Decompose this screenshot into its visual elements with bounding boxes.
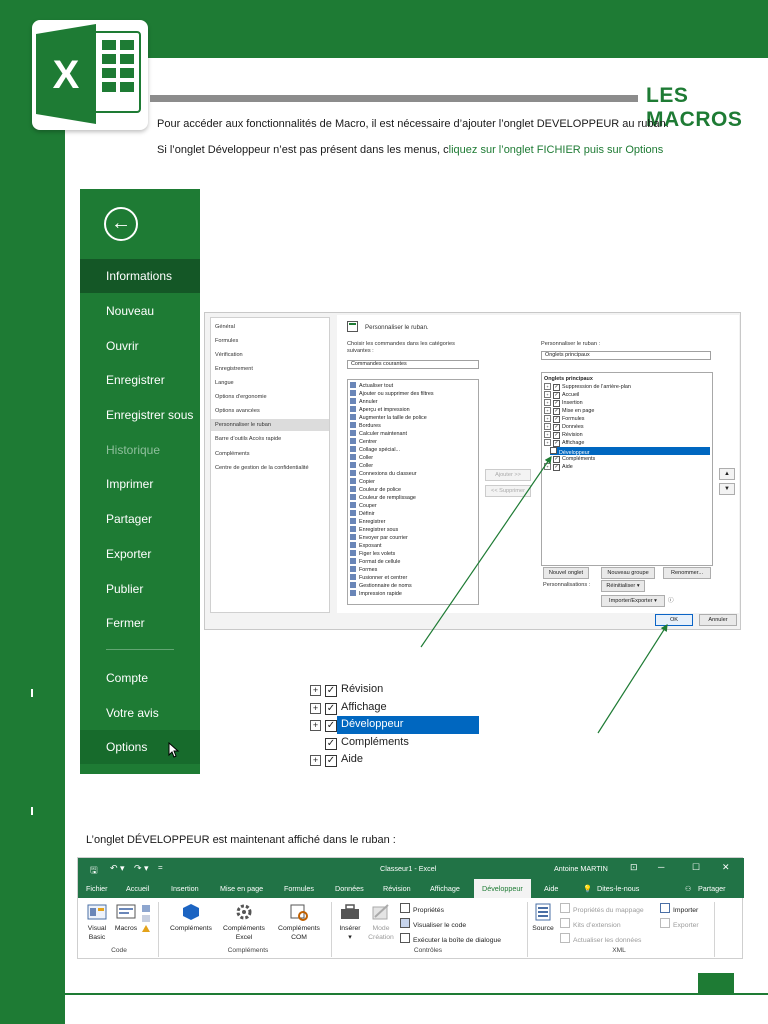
lightbulb-icon: 💡 [583,884,592,893]
refresh-data-icon [560,933,570,943]
import-button[interactable]: Importer [660,903,698,914]
save-icon[interactable]: 🖫 [90,863,98,879]
code-small-icons [142,905,152,943]
refresh-data-button: Actualiser les données [560,933,641,944]
relative-refs-icon[interactable] [142,915,150,922]
run-dialog-icon [400,933,410,943]
minimize-icon[interactable]: ─ [658,862,664,872]
macro-security-icon[interactable] [142,925,150,932]
visual-basic-icon [87,904,107,920]
insert-control-button[interactable]: Insérer ▾ [336,903,364,942]
design-mode-button: Mode Création [366,903,396,942]
com-addins-button[interactable]: Compléments COM [272,903,326,942]
redo-icon[interactable]: ↷ ▾ [134,863,149,874]
excel-addins-button[interactable]: Compléments Excel [218,903,270,942]
group-separator [527,902,528,957]
group-controls-label: Contrôles [413,947,443,954]
group-separator [158,902,159,957]
tab-revision[interactable]: Révision [383,879,411,898]
view-code-icon [400,918,410,928]
xml-source-icon [535,903,551,921]
ribbon-tabs: Fichier Accueil Insertion Mise en page F… [78,879,744,898]
view-code-button[interactable]: Visualiser le code [400,918,466,929]
export-icon [660,918,670,928]
store-icon [183,904,199,920]
macros-icon [116,904,136,919]
tell-me-box[interactable]: Dites-le-nous [597,879,639,898]
import-icon [660,903,670,913]
ribbon-display-icon[interactable]: ⊡ [630,862,638,873]
tab-affichage[interactable]: Affichage [430,879,460,898]
properties-button[interactable]: Propriétés [400,903,444,914]
map-properties-icon [560,903,570,913]
tab-mise-en-page[interactable]: Mise en page [220,879,263,898]
group-xml-label: XML [612,947,626,954]
run-dialog-button[interactable]: Exécuter la boîte de dialogue [400,933,501,944]
source-button[interactable]: Source [530,903,556,933]
group-code-label: Code [111,947,127,954]
addins-button[interactable]: Compléments [166,903,216,933]
tab-formules[interactable]: Formules [284,879,314,898]
tab-accueil[interactable]: Accueil [126,879,149,898]
window-title: Classeur1 - Excel [380,864,437,873]
toolbox-icon [341,904,359,919]
share-icon[interactable]: ⚇ [685,879,691,898]
properties-icon [400,903,410,913]
tab-insertion[interactable]: Insertion [171,879,199,898]
undo-icon[interactable]: ↶ ▾ [110,863,125,874]
record-macro-icon[interactable] [142,905,150,912]
chevron-down-icon: ▾ [348,934,352,941]
tab-fichier[interactable]: Fichier [86,879,108,898]
arrow-to-ok [597,623,668,734]
page-number-box [698,973,734,993]
tab-developpeur[interactable]: Développeur [474,879,531,898]
macros-button[interactable]: Macros [112,903,140,933]
com-addins-icon [290,904,308,921]
close-icon[interactable]: ✕ [722,862,730,873]
tab-aide[interactable]: Aide [544,879,558,898]
visual-basic-button[interactable]: Visual Basic [84,903,110,942]
design-mode-icon [372,904,389,920]
group-separator [714,902,715,957]
footer-rule [65,993,768,995]
user-name: Antoine MARTIN [554,864,608,873]
maximize-icon[interactable]: ☐ [692,862,700,873]
map-properties-button: Propriétés du mappage [560,903,644,914]
customize-qat-icon[interactable]: = [158,863,163,872]
export-button: Exporter [660,918,699,929]
group-separator [331,902,332,957]
group-addins-label: Compléments [227,947,269,954]
arrow-to-developpeur [420,456,552,648]
gear-icon [236,904,252,920]
expansion-packs-icon [560,918,570,928]
tab-donnees[interactable]: Données [335,879,364,898]
expansion-packs-button: Kits d’extension [560,918,621,929]
excel-ribbon: 🖫 ↶ ▾ ↷ ▾ = Classeur1 - Excel Antoine MA… [77,857,744,959]
ribbon-caption: L’onglet DÉVELOPPEUR est maintenant affi… [86,834,396,846]
share-button[interactable]: Partager [698,879,726,898]
title-bar: 🖫 ↶ ▾ ↷ ▾ = Classeur1 - Excel Antoine MA… [78,858,744,879]
